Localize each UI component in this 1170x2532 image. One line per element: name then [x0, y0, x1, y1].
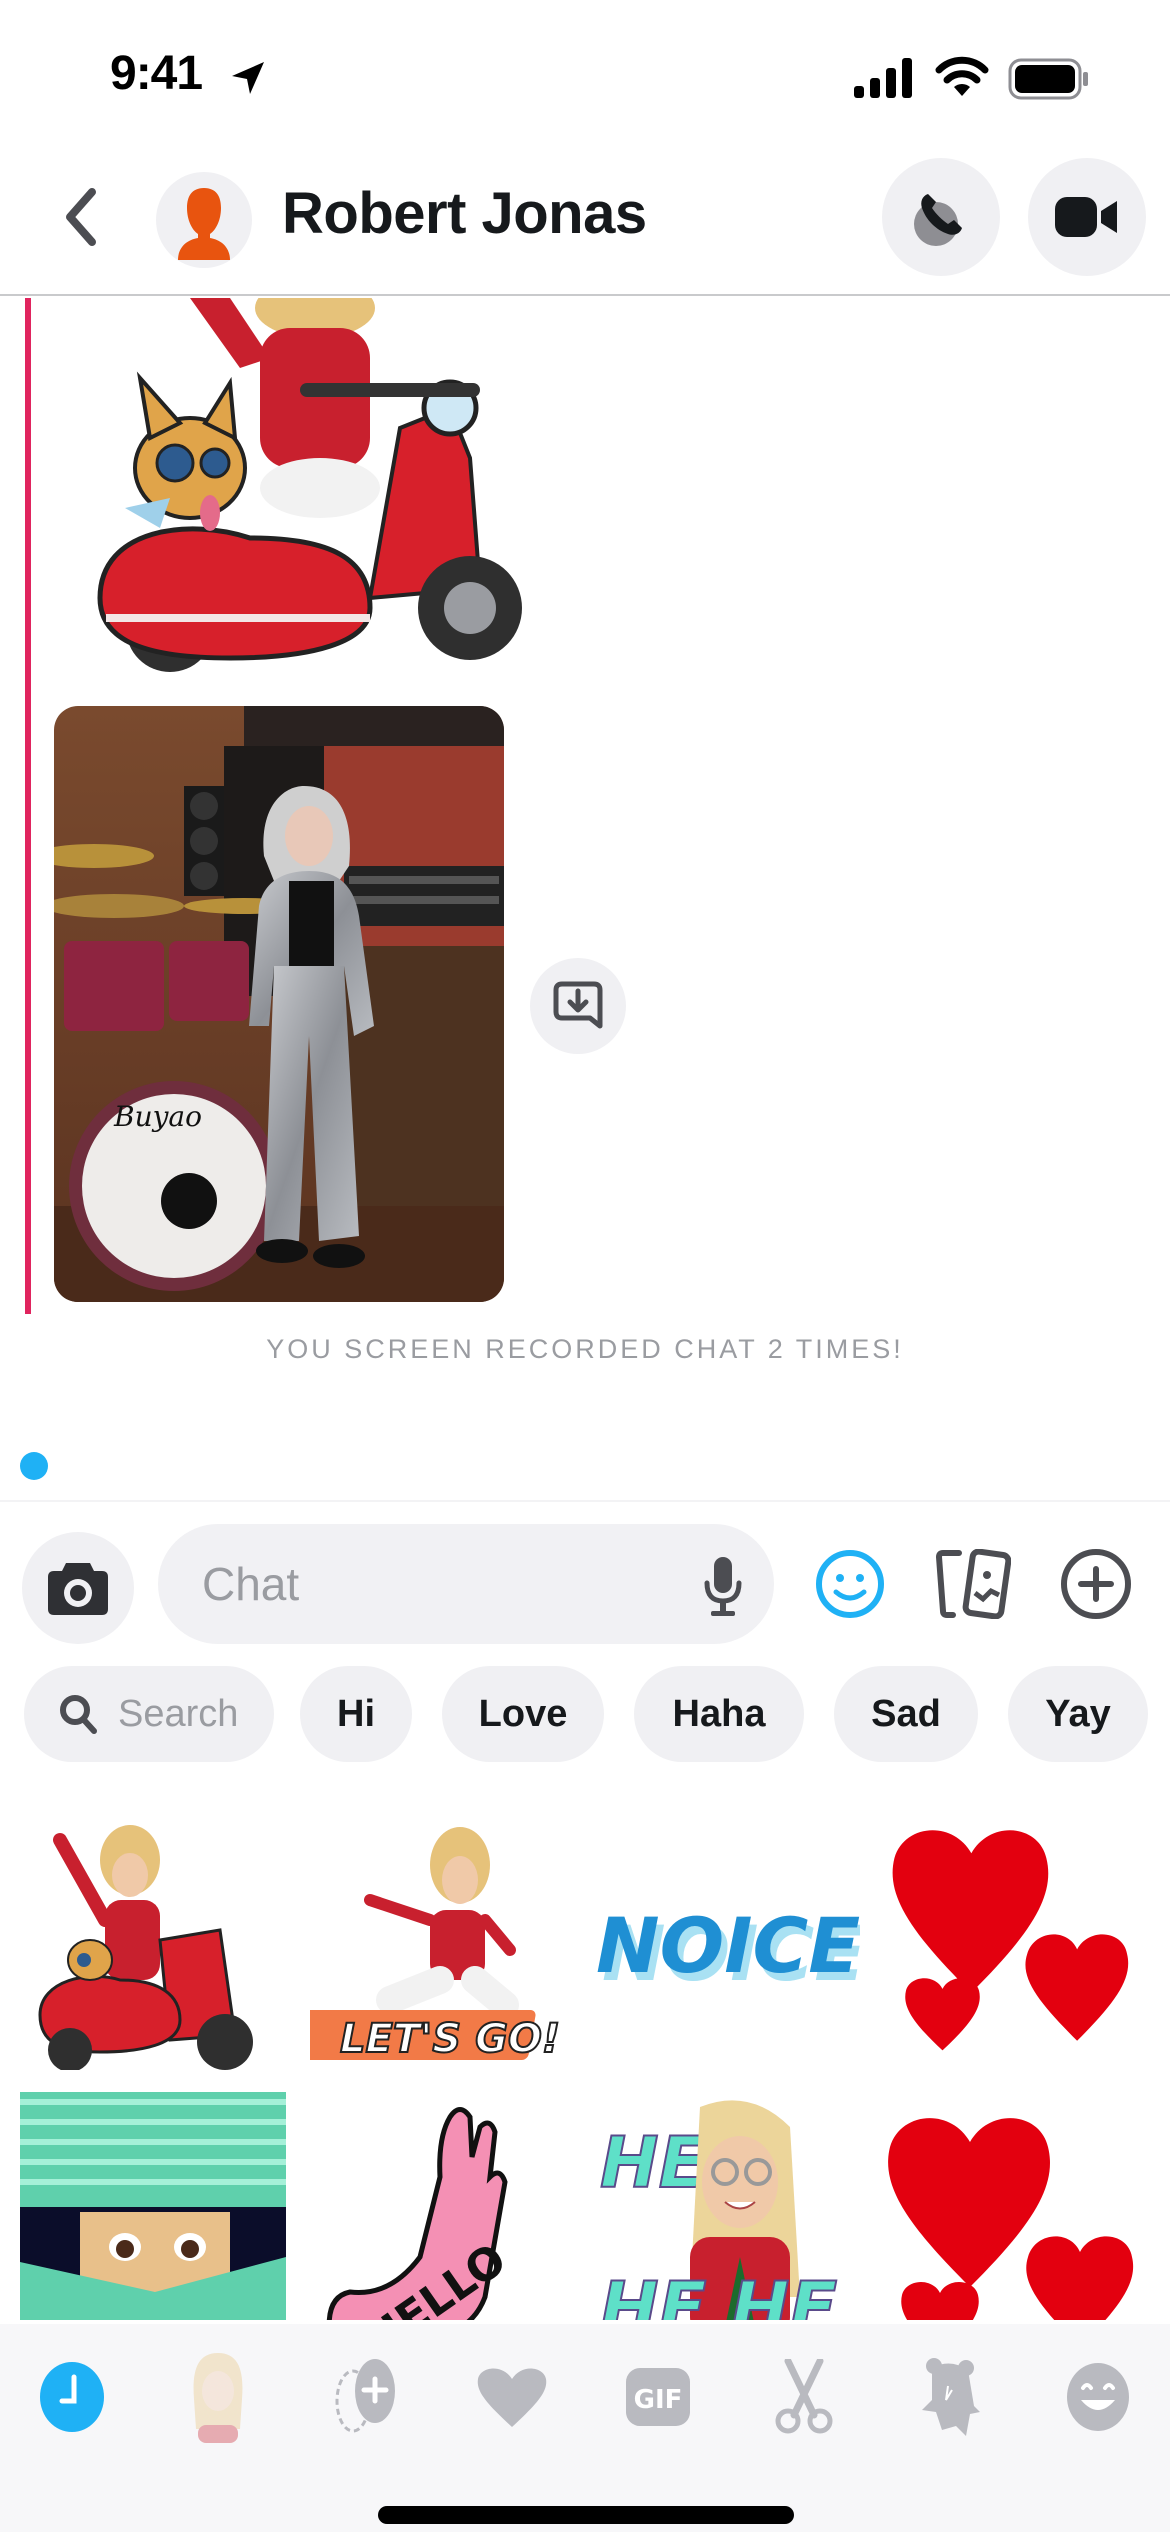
sidecar	[97, 526, 373, 661]
emoji-smiley-icon	[1067, 2363, 1129, 2431]
memories-cards-icon	[935, 1549, 1011, 1619]
sticker-lets-go-text: LET'S GO!	[340, 2016, 560, 2062]
chat-messages[interactable]: Buyao YOU SCREEN RECORDED CHAT 2 TIMES!	[0, 298, 1170, 1498]
scooter-hub-front	[444, 582, 496, 634]
sticker-pants	[260, 458, 380, 518]
photo-image: Buyao	[54, 706, 504, 1302]
clock-icon	[40, 2362, 104, 2432]
camera-icon	[48, 1563, 108, 1615]
call-button[interactable]	[882, 158, 1000, 276]
corgi-tongue	[200, 495, 220, 531]
sticker-noice-text: NOICE	[596, 1901, 860, 1990]
sticker-hearts-2[interactable]	[870, 2092, 1140, 2320]
phone-icon	[914, 194, 962, 246]
bitmoji-avatar-icon	[193, 2353, 243, 2443]
corgi-goggle-right	[199, 447, 231, 479]
typing-indicator	[20, 1452, 48, 1480]
sender-color-bar	[25, 298, 31, 1314]
chip-love[interactable]: Love	[442, 1666, 604, 1762]
gif-icon: GIF	[626, 2368, 690, 2426]
smiley-sticker-icon	[816, 1550, 884, 1618]
sticker-peeking-bitmoji[interactable]	[20, 2092, 286, 2320]
sticker-grid: LET'S GO! NOICE NOICE HELLO HE HE HE	[0, 1790, 1170, 2320]
svg-text:HE: HE	[600, 2122, 706, 2204]
scissors-icon	[775, 2359, 833, 2434]
sticker-sweater	[260, 328, 370, 468]
tab-bitmoji[interactable]	[178, 2352, 258, 2443]
chat-header: Robert Jonas	[0, 150, 1170, 296]
cellular-signal-icon	[854, 58, 912, 98]
contact-name[interactable]: Robert Jonas	[282, 180, 647, 247]
download-bubble-icon	[553, 981, 603, 1029]
camera-button[interactable]	[22, 1532, 134, 1644]
search-icon	[60, 1695, 97, 1734]
sticker-search-chips: Search Hi Love Haha Sad Yay	[0, 1664, 1170, 1764]
chat-input-bar	[0, 1500, 1170, 1656]
memories-button[interactable]	[930, 1542, 1014, 1626]
sticker-category-tabs: GIF	[0, 2324, 1170, 2532]
corgi-goggle-left	[155, 443, 195, 483]
back-button[interactable]	[50, 182, 110, 252]
svg-text:Buyao: Buyao	[113, 1100, 202, 1133]
sticker-hearts[interactable]	[870, 1810, 1140, 2060]
screen-record-notice: YOU SCREEN RECORDED CHAT 2 TIMES!	[266, 1334, 904, 1364]
chip-sad[interactable]: Sad	[834, 1666, 978, 1762]
tab-emoji[interactable]	[1058, 2352, 1138, 2442]
microphone-button[interactable]	[688, 1552, 758, 1622]
video-camera-icon	[1055, 197, 1117, 237]
scooter-handlebar	[300, 383, 480, 397]
sticker-message[interactable]	[70, 298, 550, 690]
location-arrow-icon	[232, 62, 264, 94]
default-avatar-icon	[178, 188, 230, 260]
save-in-chat-button[interactable]	[530, 958, 626, 1054]
bear-sticker-icon	[922, 2358, 980, 2436]
chevron-left-icon	[66, 188, 96, 246]
microphone-icon	[704, 1557, 742, 1616]
status-time: 9:41	[110, 47, 203, 100]
wifi-icon	[935, 56, 989, 96]
battery-icon	[1008, 58, 1088, 100]
tab-stickers[interactable]	[910, 2352, 990, 2442]
chat-input[interactable]	[202, 1524, 682, 1644]
more-options-button[interactable]	[1054, 1542, 1138, 1626]
gif-label: GIF	[634, 2385, 683, 2415]
heart-icon	[477, 2368, 547, 2427]
sticker-scooter-bitmoji[interactable]	[20, 1820, 290, 2070]
contact-avatar[interactable]	[156, 172, 252, 268]
status-bar: 9:41	[0, 0, 1170, 150]
tab-recent[interactable]	[32, 2352, 112, 2442]
plus-circle-icon	[1061, 1549, 1131, 1619]
create-sticker-icon	[335, 2359, 395, 2433]
tab-create[interactable]	[326, 2352, 406, 2442]
sticker-search-chip[interactable]: Search	[24, 1666, 274, 1762]
sticker-hello-hand[interactable]: HELLO	[310, 2092, 580, 2320]
tab-gif[interactable]: GIF	[618, 2352, 698, 2442]
sticker-picker-button[interactable]	[808, 1542, 892, 1626]
tab-cutouts[interactable]	[764, 2352, 844, 2442]
home-indicator[interactable]	[378, 2506, 794, 2524]
chip-haha[interactable]: Haha	[634, 1666, 804, 1762]
sticker-noice[interactable]: NOICE NOICE	[590, 1820, 860, 2070]
photo-message[interactable]: Buyao	[54, 706, 504, 1302]
video-call-button[interactable]	[1028, 158, 1146, 276]
sticker-hehe-bitmoji[interactable]: HE HE HE	[590, 2092, 860, 2320]
sticker-hehe-text: HE HE	[600, 2267, 837, 2320]
chip-hi[interactable]: Hi	[300, 1666, 412, 1762]
search-placeholder: Search	[118, 1692, 239, 1735]
chat-input-container	[158, 1524, 774, 1644]
tab-favorites[interactable]	[472, 2352, 552, 2442]
sticker-lets-go[interactable]: LET'S GO!	[310, 1820, 580, 2070]
chip-yay[interactable]: Yay	[1008, 1666, 1148, 1762]
